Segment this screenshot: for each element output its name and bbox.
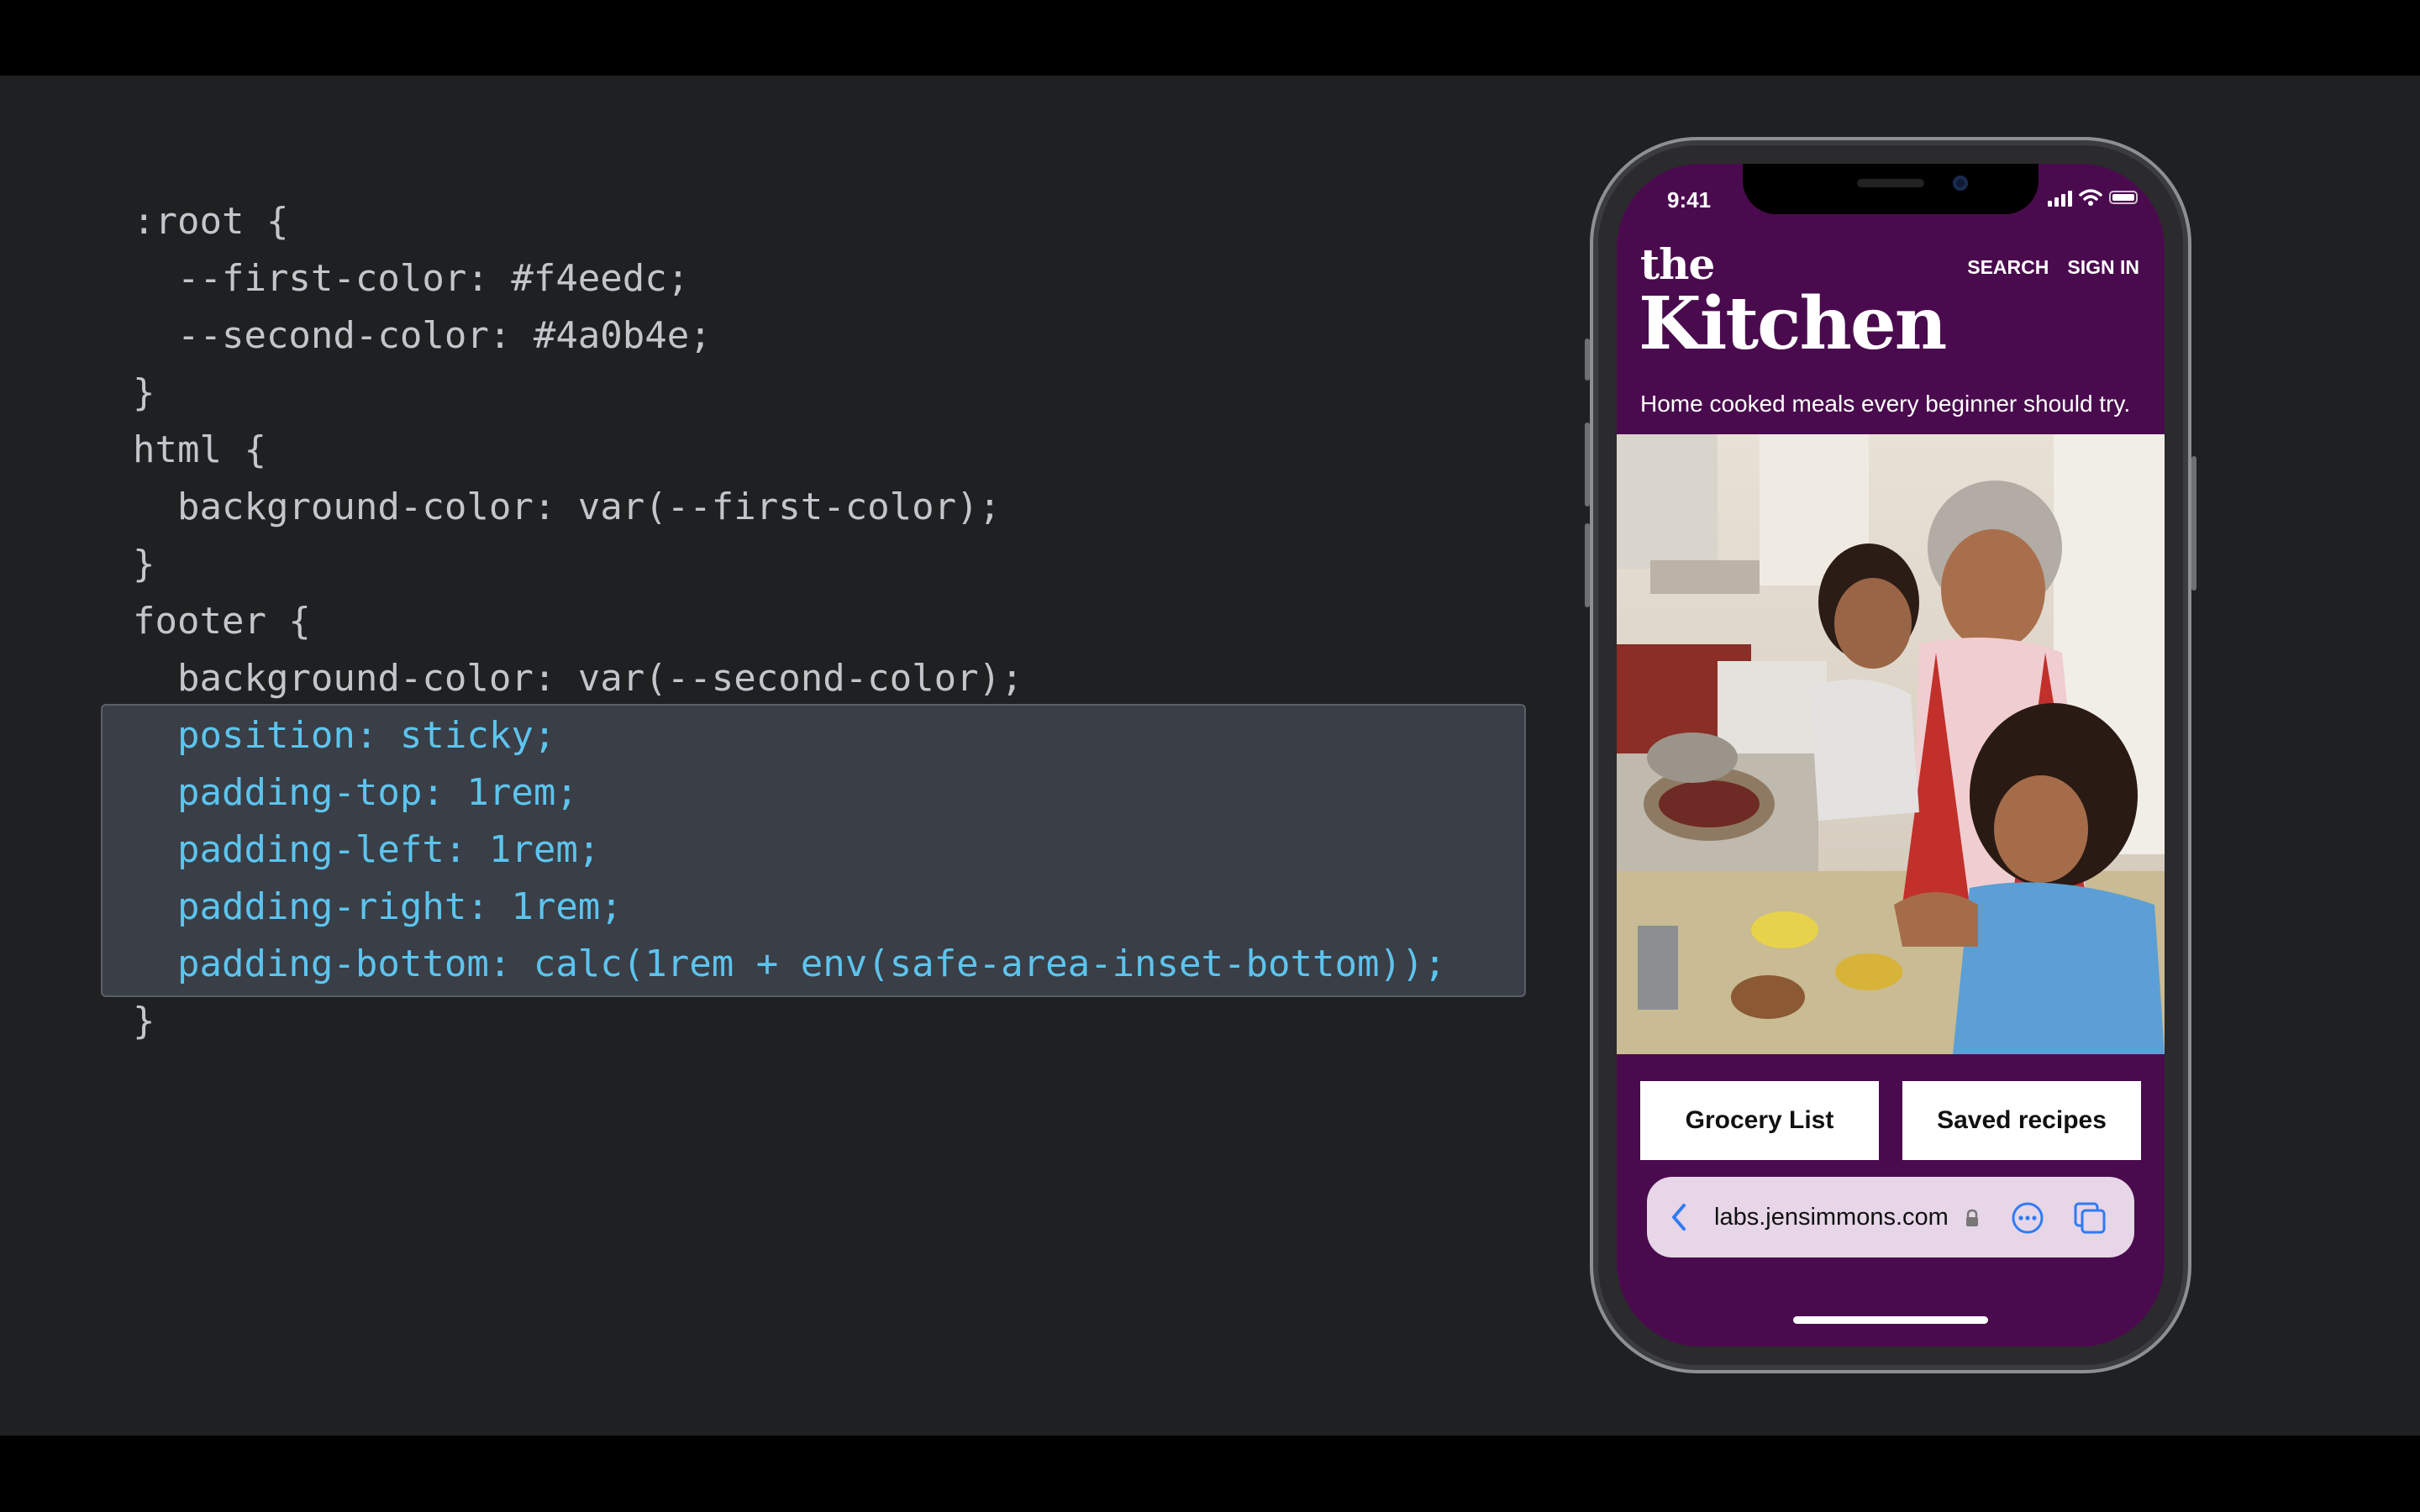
site-logo[interactable]: Kitchen	[1639, 281, 1947, 366]
code-line: background-color: var(--second-color);	[133, 657, 1023, 700]
code-line: --second-color: #4a0b4e;	[133, 314, 712, 357]
status-icons	[2048, 187, 2138, 207]
code-line: background-color: var(--first-color);	[133, 486, 1002, 528]
saved-recipes-button[interactable]: Saved recipes	[1902, 1081, 2141, 1160]
code-line-highlighted: padding-bottom: calc(1rem + env(safe-are…	[133, 942, 1446, 985]
status-time: 9:41	[1667, 187, 1712, 213]
code-line: html {	[133, 428, 266, 471]
grocery-list-button[interactable]: Grocery List	[1640, 1081, 1879, 1160]
footer-actions: Grocery List Saved recipes	[1640, 1081, 2141, 1160]
site-tagline: Home cooked meals every beginner should …	[1640, 391, 2131, 417]
code-line: }	[133, 1000, 155, 1042]
code-line: footer {	[133, 600, 311, 643]
nav-sign-in-link[interactable]: SIGN IN	[2067, 256, 2139, 279]
code-line: :root {	[133, 200, 289, 243]
power-button	[2191, 456, 2196, 591]
url-text[interactable]: labs.jensimmons.com	[1714, 1177, 1949, 1257]
code-line: }	[133, 371, 155, 414]
notch	[1743, 164, 2039, 214]
back-chevron-icon[interactable]	[1669, 1202, 1689, 1232]
code-line: }	[133, 543, 155, 585]
silent-switch	[1585, 339, 1590, 381]
site-nav: SEARCH SIGN IN	[1967, 256, 2139, 279]
volume-down-button	[1585, 523, 1590, 607]
lock-icon	[1966, 1209, 1978, 1226]
css-code-block: :root { --first-color: #f4eedc; --second…	[133, 193, 1446, 1050]
speaker	[1857, 179, 1924, 187]
code-line-highlighted: position: sticky;	[133, 714, 556, 757]
nav-search-link[interactable]: SEARCH	[1967, 256, 2049, 279]
code-line: --first-color: #f4eedc;	[133, 257, 690, 300]
safari-url-bar[interactable]: labs.jensimmons.com	[1647, 1177, 2134, 1257]
tabs-icon[interactable]	[2072, 1200, 2107, 1236]
battery-icon	[2109, 191, 2138, 204]
hero-photo	[1617, 434, 2165, 1054]
wifi-icon	[2079, 189, 2102, 206]
more-icon[interactable]	[2010, 1200, 2045, 1236]
phone-screen: 9:41 the Kitchen SEARCH SIGN IN Home coo…	[1617, 164, 2165, 1347]
iphone-frame: 9:41 the Kitchen SEARCH SIGN IN Home coo…	[1585, 137, 2196, 1373]
code-line-highlighted: padding-left: 1rem;	[133, 828, 601, 871]
volume-up-button	[1585, 423, 1590, 507]
home-indicator[interactable]	[1793, 1316, 1988, 1324]
signal-icon	[2048, 188, 2072, 207]
front-camera	[1953, 176, 1968, 191]
code-line-highlighted: padding-top: 1rem;	[133, 771, 578, 814]
code-line-highlighted: padding-right: 1rem;	[133, 885, 623, 928]
